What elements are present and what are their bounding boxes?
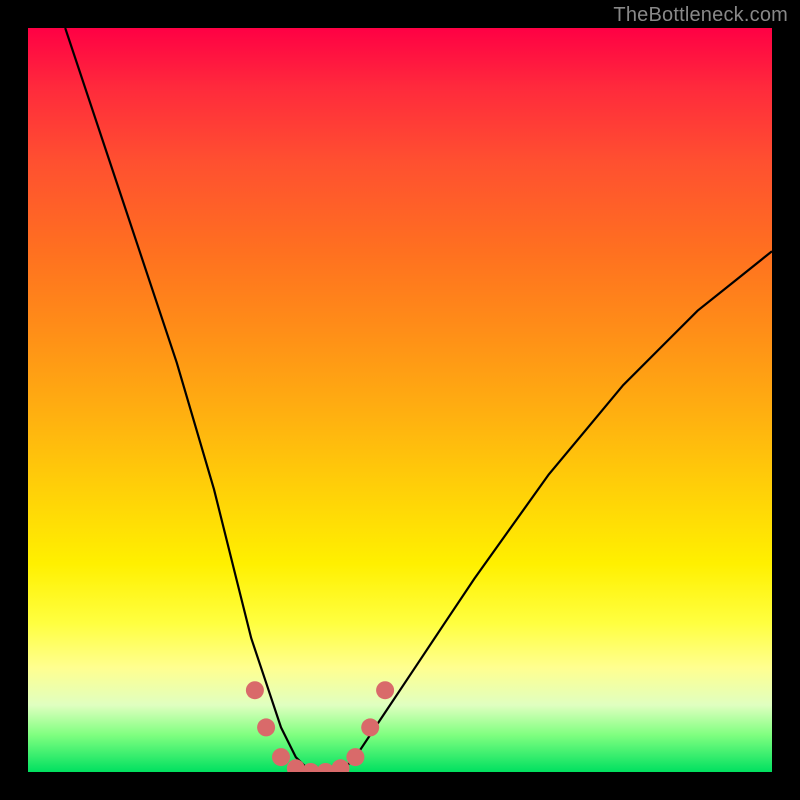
marker-dot (246, 681, 264, 699)
bottleneck-curve-path (65, 28, 772, 772)
chart-plot-area (28, 28, 772, 772)
marker-dot (272, 748, 290, 766)
marker-dot (361, 718, 379, 736)
marker-dot (257, 718, 275, 736)
chart-svg (28, 28, 772, 772)
marker-dot (346, 748, 364, 766)
marker-dot (376, 681, 394, 699)
highlight-markers (246, 681, 394, 772)
watermark-text: TheBottleneck.com (613, 4, 788, 27)
marker-dot (332, 759, 350, 772)
